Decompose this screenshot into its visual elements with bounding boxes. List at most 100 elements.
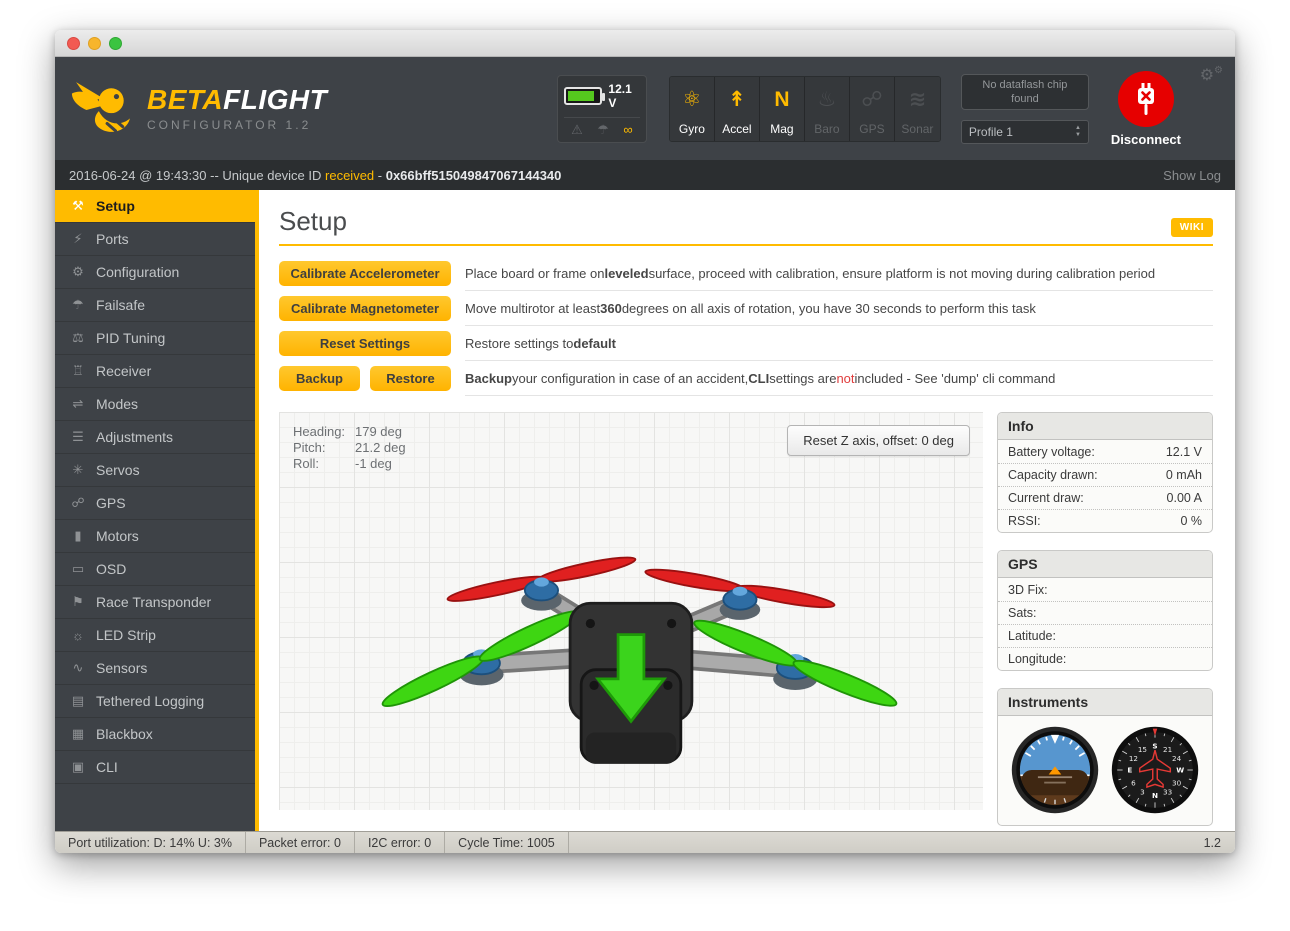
sidebar-item-label: Sensors [96,660,147,676]
sidebar-item-icon: ▦ [69,726,87,742]
drone-3d-model[interactable] [279,450,983,810]
usb-plug-icon [1133,81,1159,117]
model-viewport: Heading: 179 deg Pitch: 21.2 deg Roll: -… [279,412,983,810]
profile-select[interactable]: Profile 1 ▲▼ [961,120,1089,144]
sidebar-item-led-strip[interactable]: ☼ LED Strip [55,619,255,652]
sensor-label: Baro [814,122,839,136]
action-row: Backup Restore Backup your configuration … [279,361,1213,396]
sidebar-item-icon: ⚖ [69,330,87,346]
sidebar-item-label: Setup [96,198,135,214]
svg-text:30: 30 [1172,778,1182,787]
sidebar-item-adjustments[interactable]: ☰ Adjustments [55,421,255,454]
sensor-sonar: ≋ Sonar [895,77,940,141]
dataflash-button[interactable]: No dataflash chip found [961,74,1089,110]
sidebar-item-icon: ⚙ [69,264,87,280]
bee-icon [69,80,137,138]
backup-button[interactable]: Backup [279,366,360,391]
sidebar-item-label: Receiver [96,363,151,379]
action-description: Backup your configuration in case of an … [465,361,1213,396]
sidebar-item-motors[interactable]: ▮ Motors [55,520,255,553]
calibrate-accelerometer-button[interactable]: Calibrate Accelerometer [279,261,451,286]
action-row: Calibrate Magnetometer Move multirotor a… [279,291,1213,326]
svg-text:N: N [1152,791,1158,800]
sidebar-item-sensors[interactable]: ∿ Sensors [55,652,255,685]
disconnect-button[interactable]: Disconnect [1111,71,1181,147]
row-label: RSSI: [1008,514,1041,528]
info-panel-title: Info [998,413,1212,440]
calibrate-magnetometer-button[interactable]: Calibrate Magnetometer [279,296,451,321]
sidebar-item-cli[interactable]: ▣ CLI [55,751,255,784]
sidebar-item-setup[interactable]: ⚒ Setup [55,190,255,223]
sidebar-item-icon: ▤ [69,693,87,709]
sensor-gps: ☍ GPS [850,77,895,141]
row-label: Current draw: [1008,491,1084,505]
svg-text:6: 6 [1131,778,1136,787]
heading-indicator-gauge: S 21 24 W 30 33 N 3 6 E [1110,725,1200,815]
reset-settings-button[interactable]: Reset Settings [279,331,451,356]
status-bar: Port utilization: D: 14% U: 3%Packet err… [55,831,1235,853]
zoom-window-button[interactable] [109,37,122,50]
status-item: I2C error: 0 [355,832,445,853]
sensor-status-bar: ⚛ Gyro ↟ Accel N Mag ♨ Baro ☍ GPS ≋ Sona… [669,76,941,142]
sidebar-item-modes[interactable]: ⇌ Modes [55,388,255,421]
row-value: 179 deg [355,424,402,440]
sidebar-item-icon: ✳ [69,462,87,478]
log-bar: 2016-06-24 @ 19:43:30 -- Unique device I… [55,160,1235,190]
disconnect-label: Disconnect [1111,132,1181,147]
sidebar-item-blackbox[interactable]: ▦ Blackbox [55,718,255,751]
row-label: 3D Fix: [1008,583,1048,597]
row-label: Longitude: [1008,652,1066,666]
svg-text:S: S [1152,741,1157,750]
minimize-window-button[interactable] [88,37,101,50]
sidebar-item-ports[interactable]: ⚡ Ports [55,223,255,256]
sidebar-nav: ⚒ Setup ⚡ Ports ⚙ Configuration ☂ Failsa… [55,190,259,831]
row-label: Sats: [1008,606,1037,620]
sidebar-item-label: Blackbox [96,726,153,742]
battery-voltage: 12.1 V [608,82,640,110]
key-value-row: 3D Fix: [998,578,1212,601]
sidebar-item-tethered-logging[interactable]: ▤ Tethered Logging [55,685,255,718]
sidebar-item-pid-tuning[interactable]: ⚖ PID Tuning [55,322,255,355]
row-label: Capacity drawn: [1008,468,1098,482]
row-value: 0 mAh [1166,468,1202,482]
settings-gear-icon[interactable]: ⚙⚙ [1200,65,1223,85]
sidebar-item-failsafe[interactable]: ☂ Failsafe [55,289,255,322]
sidebar-item-receiver[interactable]: ♖ Receiver [55,355,255,388]
sidebar-item-label: Adjustments [96,429,173,445]
sensor-icon: ⚛ [683,77,702,122]
row-label: Heading: [293,424,355,440]
sidebar-item-icon: ∿ [69,660,87,676]
sidebar-item-gps[interactable]: ☍ GPS [55,487,255,520]
sidebar-item-icon: ▣ [69,759,87,775]
sidebar-item-icon: ▮ [69,528,87,544]
failsafe-icon: ☂ [597,122,609,138]
sensor-icon: ↟ [728,77,746,122]
wiki-button[interactable]: WIKI [1171,218,1213,237]
sidebar-item-label: PID Tuning [96,330,165,346]
show-log-button[interactable]: Show Log [1163,168,1221,183]
brand-title: BETAFLIGHT [147,86,327,114]
sidebar-item-configuration[interactable]: ⚙ Configuration [55,256,255,289]
sensor-label: Sonar [901,122,933,136]
sidebar-item-label: Race Transponder [96,594,211,610]
sidebar-item-label: LED Strip [96,627,156,643]
sidebar-item-label: Tethered Logging [96,693,204,709]
sidebar-item-osd[interactable]: ▭ OSD [55,553,255,586]
sidebar-item-icon: ☂ [69,297,87,313]
sidebar-item-race-transponder[interactable]: ⚑ Race Transponder [55,586,255,619]
attitude-indicator-gauge [1010,725,1100,815]
sensor-baro: ♨ Baro [805,77,850,141]
profile-select-value: Profile 1 [969,125,1013,139]
app-version: 1.2 [1204,836,1235,850]
sidebar-item-label: Ports [96,231,129,247]
svg-text:3: 3 [1140,787,1145,796]
key-value-row: RSSI: 0 % [998,509,1212,532]
close-window-button[interactable] [67,37,80,50]
restore-button[interactable]: Restore [370,366,451,391]
sidebar-item-icon: ☍ [69,495,87,511]
sidebar-item-servos[interactable]: ✳ Servos [55,454,255,487]
row-label: Latitude: [1008,629,1056,643]
sidebar-item-label: Configuration [96,264,179,280]
sensor-mag: N Mag [760,77,805,141]
row-value: 12.1 V [1166,445,1202,459]
